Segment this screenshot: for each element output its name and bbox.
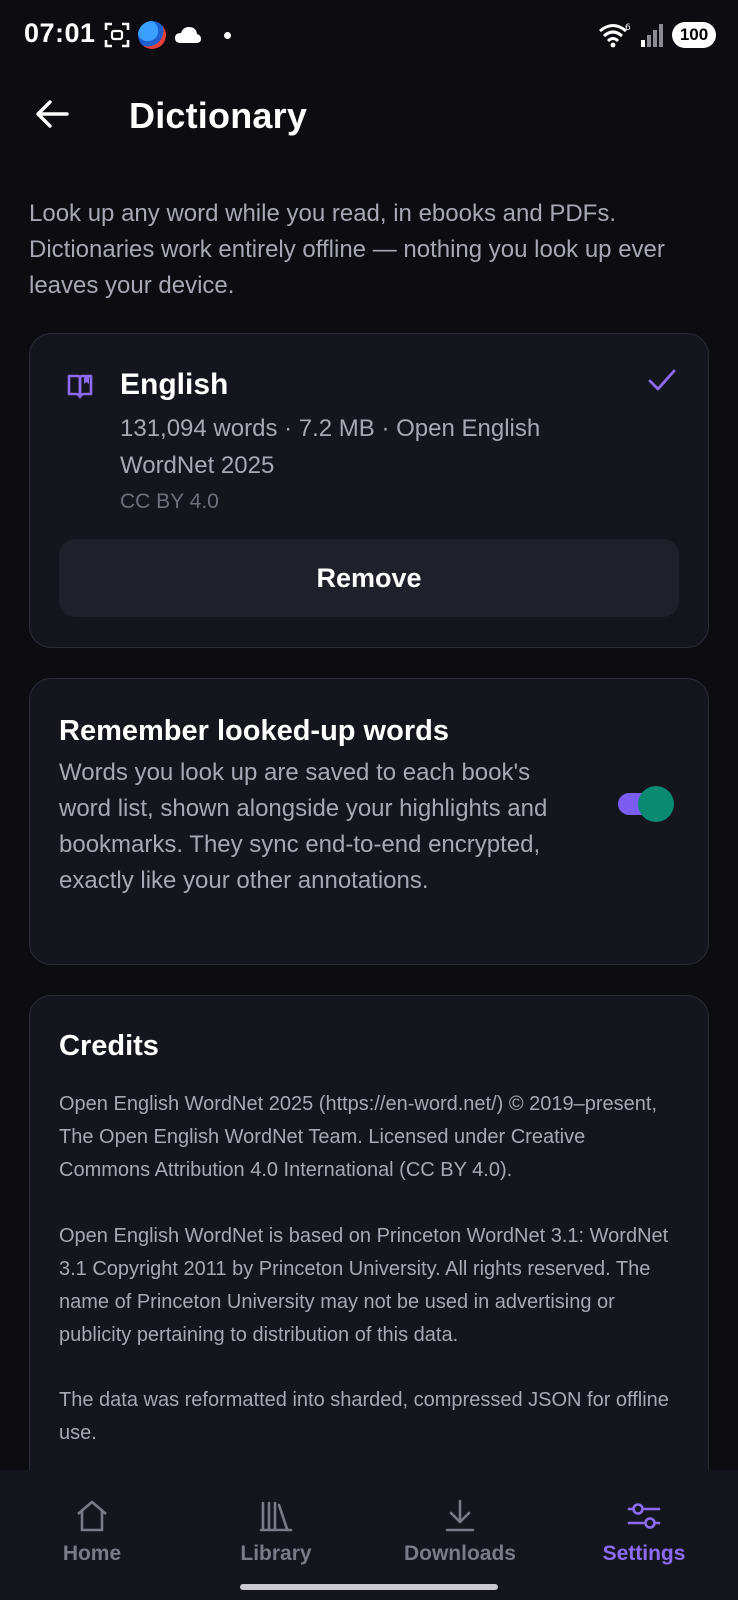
credits-paragraph: Open English WordNet 2025 (https://en-wo… (59, 1093, 658, 1181)
screenshot-icon (104, 22, 130, 48)
svg-text:6: 6 (625, 23, 631, 33)
toggle-thumb (638, 786, 674, 822)
remember-title: Remember looked-up words (59, 715, 449, 747)
status-bar: 07:01 6 100 (0, 0, 738, 70)
home-indicator[interactable] (240, 1584, 498, 1590)
page-title: Dictionary (129, 95, 308, 136)
dictionary-card: English 131,094 words · 7.2 MB · Open En… (29, 333, 709, 648)
remember-toggle[interactable] (616, 785, 676, 823)
book-icon (67, 374, 93, 399)
status-left-icons (104, 20, 231, 50)
dictionary-name: English (120, 368, 229, 401)
dictionary-settings-screen: 07:01 6 100 Dictionary Look up any word … (0, 0, 738, 1600)
credits-title: Credits (59, 1030, 159, 1062)
wifi-icon: 6 (599, 23, 631, 48)
credits-paragraph: The data was reformatted into sharded, c… (59, 1389, 669, 1444)
dot-icon (224, 31, 231, 39)
status-time: 07:01 (24, 18, 96, 48)
nav-label: Home (62, 1542, 122, 1565)
intro-text: Look up any word while you read, in eboo… (29, 200, 665, 299)
dictionary-meta: 131,094 words · 7.2 MB · Open English Wo… (120, 415, 541, 479)
dictionary-license: CC BY 4.0 (120, 490, 219, 513)
cloud-icon (175, 27, 201, 43)
download-icon (445, 1499, 475, 1532)
check-icon (648, 369, 676, 391)
bottom-navigation: Home Library Downloads Settings (0, 1470, 738, 1600)
nav-label: Downloads (403, 1542, 516, 1565)
nav-item-home[interactable]: Home (0, 1470, 184, 1585)
nav-label: Settings (602, 1542, 686, 1565)
nav-item-settings[interactable]: Settings (552, 1470, 736, 1585)
nav-item-downloads[interactable]: Downloads (368, 1470, 552, 1585)
nav-item-library[interactable]: Library (184, 1470, 368, 1585)
app-icon (138, 21, 166, 49)
remember-description: Words you look up are saved to each book… (59, 759, 548, 894)
credits-card: Credits Open English WordNet 2025 (https… (29, 995, 709, 1515)
remember-words-card: Remember looked-up words Words you look … (29, 678, 709, 965)
arrow-left-icon (36, 100, 69, 128)
home-icon (77, 1500, 107, 1532)
nav-label: Library (240, 1542, 312, 1565)
status-right-icons: 6 100 (598, 20, 716, 50)
signal-icon (641, 24, 663, 47)
remove-button[interactable]: Remove (59, 539, 679, 617)
back-button[interactable] (28, 90, 76, 138)
library-icon (259, 1501, 293, 1532)
settings-sliders-icon (627, 1503, 661, 1529)
credits-paragraph: Open English WordNet is based on Princet… (59, 1225, 669, 1346)
battery-icon: 100 (672, 22, 716, 48)
